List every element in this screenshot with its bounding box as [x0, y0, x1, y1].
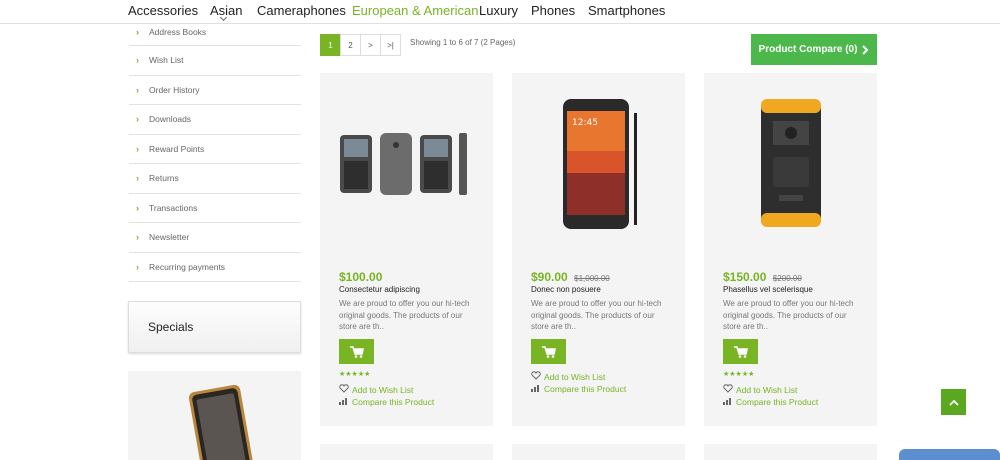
- add-to-wishlist-link[interactable]: Add to Wish List: [531, 371, 605, 382]
- heart-icon: [531, 371, 541, 382]
- add-to-cart-button[interactable]: [531, 339, 566, 364]
- bar-chart-icon: [531, 383, 541, 394]
- results-count: Showing 1 to 6 of 7 (2 Pages): [410, 38, 516, 47]
- chevron-right-icon: ›: [136, 27, 139, 37]
- nav-item-phones[interactable]: Phones: [531, 3, 575, 18]
- last-page-button[interactable]: >|: [380, 34, 401, 56]
- product-compare-label: Product Compare (0): [758, 44, 858, 55]
- special-product-image[interactable]: [128, 371, 301, 460]
- product-card: [704, 444, 877, 460]
- rating-stars: ★★★★★: [723, 371, 755, 378]
- sidebar-item-order-history[interactable]: › Order History: [129, 76, 301, 105]
- product-old-price: $1,000.00: [574, 274, 610, 283]
- sidebar-item-reward-points[interactable]: › Reward Points: [129, 135, 301, 164]
- svg-text:12:45: 12:45: [572, 118, 598, 128]
- product-price: $100.00: [339, 270, 383, 284]
- add-to-cart-button[interactable]: [339, 339, 374, 364]
- bar-chart-icon: [723, 396, 733, 407]
- chevron-right-icon: ›: [136, 173, 139, 183]
- add-to-wishlist-link[interactable]: Add to Wish List: [723, 384, 797, 395]
- back-to-top-button[interactable]: [941, 389, 966, 415]
- page-2-button[interactable]: 2: [340, 34, 361, 56]
- sidebar-item-wish-list[interactable]: › Wish List: [129, 46, 301, 76]
- chevron-right-icon: [862, 44, 869, 55]
- product-old-price: $200.00: [772, 274, 802, 283]
- nav-item-luxury[interactable]: Luxury: [479, 3, 518, 18]
- product-card: 12:45 $90.00 $1,000.00 Donec non posuere…: [512, 73, 685, 426]
- product-name[interactable]: Phasellus vel scelerisque: [723, 285, 813, 294]
- sidebar-item-returns[interactable]: › Returns: [129, 164, 301, 194]
- account-sidebar: › Address Books › Wish List › Order History…: [129, 24, 301, 282]
- product-description: We are proud to offer you our hi-tech or…: [531, 299, 662, 331]
- product-image[interactable]: 12:45: [512, 73, 685, 253]
- pagination: 1 2 > >|: [320, 34, 401, 56]
- nav-item-cameraphones[interactable]: Cameraphones: [257, 3, 346, 18]
- product-name[interactable]: Donec non posuere: [531, 285, 601, 294]
- cart-icon: [541, 345, 556, 358]
- product-compare-button[interactable]: Product Compare (0): [751, 34, 877, 65]
- product-price: $90.00: [531, 270, 568, 284]
- cart-icon: [733, 345, 748, 358]
- product-image[interactable]: [320, 73, 493, 253]
- sidebar-item-downloads[interactable]: › Downloads: [129, 105, 301, 135]
- product-name[interactable]: Consectetur adipiscing: [339, 285, 420, 294]
- special-product-card[interactable]: [128, 371, 301, 460]
- compare-product-link[interactable]: Compare this Product: [339, 396, 434, 407]
- sidebar-item-newsletter[interactable]: › Newsletter: [129, 223, 301, 253]
- heart-icon: [339, 384, 349, 395]
- page-1-button[interactable]: 1: [320, 34, 341, 56]
- next-page-button[interactable]: >: [360, 34, 381, 56]
- chevron-right-icon: ›: [136, 143, 139, 154]
- chevron-right-icon: ›: [136, 202, 139, 213]
- chevron-right-icon: ›: [136, 114, 139, 124]
- chevron-right-icon: ›: [136, 84, 139, 95]
- product-card: [512, 444, 685, 460]
- compare-product-link[interactable]: Compare this Product: [723, 396, 818, 407]
- add-to-wishlist-link[interactable]: Add to Wish List: [339, 384, 413, 395]
- product-description: We are proud to offer you our hi-tech or…: [339, 299, 470, 331]
- bar-chart-icon: [339, 396, 349, 407]
- sidebar-item-address-books[interactable]: › Address Books: [129, 24, 301, 46]
- chevron-right-icon: ›: [136, 261, 139, 272]
- category-nav: Accessories Asian Cameraphones European …: [0, 0, 1000, 24]
- product-price: $150.00: [723, 270, 767, 284]
- chevron-right-icon: ›: [136, 232, 139, 242]
- sidebar-item-recurring-payments[interactable]: › Recurring payments: [129, 253, 301, 282]
- add-to-cart-button[interactable]: [723, 339, 758, 364]
- specials-panel-header: Specials: [128, 301, 301, 353]
- rating-stars: ★★★★★: [339, 371, 371, 378]
- sidebar-item-transactions[interactable]: › Transactions: [129, 194, 301, 223]
- cart-icon: [349, 345, 364, 358]
- chevron-up-icon: [948, 399, 959, 406]
- heart-icon: [723, 384, 733, 395]
- chevron-right-icon: ›: [136, 55, 139, 65]
- compare-product-link[interactable]: Compare this Product: [531, 383, 626, 394]
- product-image[interactable]: [704, 73, 877, 253]
- product-description: We are proud to offer you our hi-tech or…: [723, 299, 854, 331]
- nav-item-european-american[interactable]: European & American: [352, 3, 478, 18]
- product-card: $100.00 Consectetur adipiscing We are pr…: [320, 73, 493, 426]
- chat-widget-tab[interactable]: [899, 449, 1000, 460]
- specials-title: Specials: [148, 320, 194, 334]
- product-card: $150.00 $200.00 Phasellus vel scelerisqu…: [704, 73, 877, 426]
- product-card: [320, 444, 493, 460]
- nav-item-smartphones[interactable]: Smartphones: [588, 3, 665, 18]
- nav-item-accessories[interactable]: Accessories: [128, 3, 198, 18]
